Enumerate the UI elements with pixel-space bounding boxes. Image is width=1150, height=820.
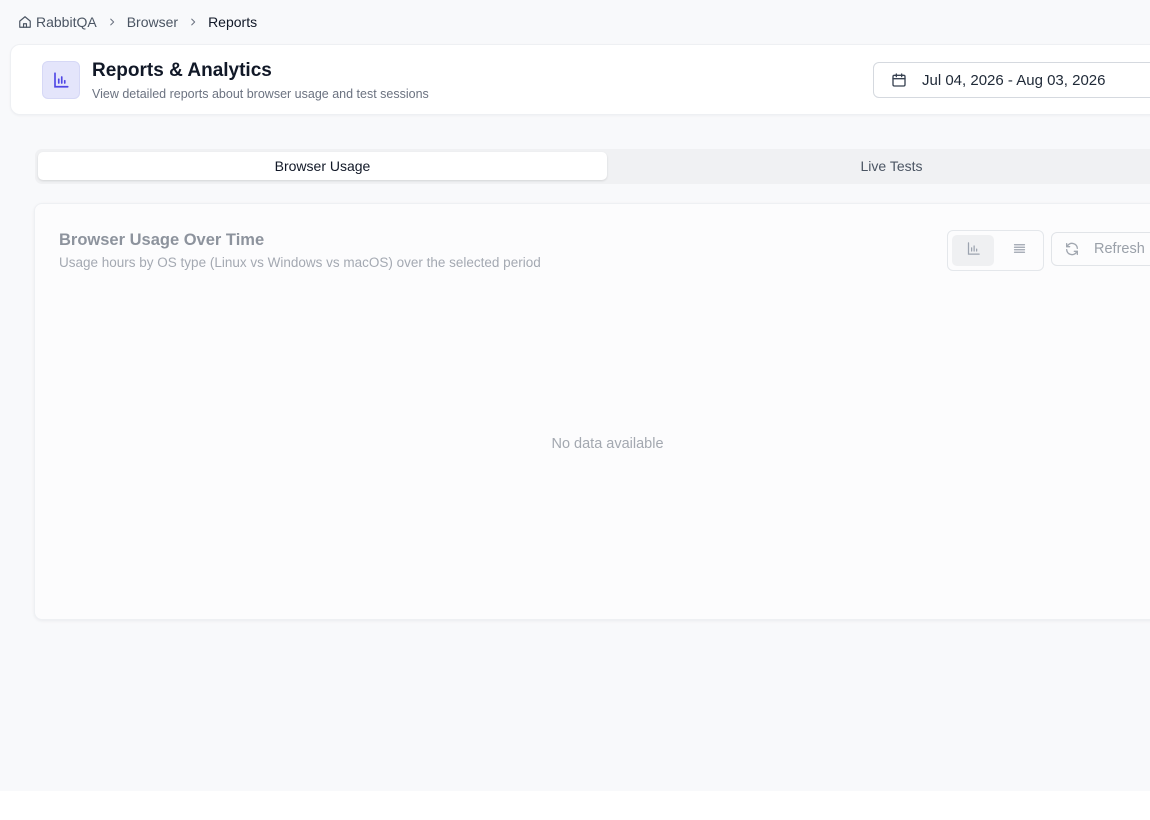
refresh-icon [1064,241,1080,257]
breadcrumb-label: RabbitQA [36,14,97,30]
breadcrumb-item-reports: Reports [208,14,257,30]
empty-state-message: No data available [551,436,664,452]
empty-state: No data available [35,436,1150,452]
tab-browser-usage[interactable]: Browser Usage [38,152,607,180]
page-subtitle: View detailed reports about browser usag… [92,87,429,101]
app-root: RabbitQA Browser Reports Reports & Analy… [0,0,1150,791]
chevron-right-icon [107,17,117,27]
browser-usage-panel: Browser Usage Over Time Usage hours by O… [34,203,1150,620]
panel-title: Browser Usage Over Time [59,231,265,249]
calendar-icon [891,72,907,88]
tab-live-tests[interactable]: Live Tests [607,152,1150,180]
date-range-value: Jul 04, 2026 - Aug 03, 2026 [922,71,1106,89]
home-icon [18,15,32,29]
panel-subtitle: Usage hours by OS type (Linux vs Windows… [59,255,541,270]
report-tabs: Browser Usage Live Tests [35,149,1150,184]
breadcrumb: RabbitQA Browser Reports [18,13,257,31]
page-title: Reports & Analytics [92,60,272,81]
chart-view-button[interactable] [952,235,994,266]
refresh-button[interactable]: Refresh [1051,232,1150,266]
refresh-label: Refresh [1094,241,1145,257]
chevron-right-icon [188,17,198,27]
bar-chart-icon [42,61,80,99]
list-view-icon [1012,241,1027,261]
list-view-button[interactable] [998,235,1040,266]
date-range-picker[interactable]: Jul 04, 2026 - Aug 03, 2026 [873,62,1150,98]
breadcrumb-item-browser[interactable]: Browser [127,14,178,30]
breadcrumb-label: Reports [208,14,258,30]
chart-view-icon [966,241,981,261]
view-toggle [947,230,1044,271]
page-header: Reports & Analytics View detailed report… [10,44,1150,115]
breadcrumb-item-home[interactable]: RabbitQA [18,14,97,30]
breadcrumb-label: Browser [126,14,179,30]
